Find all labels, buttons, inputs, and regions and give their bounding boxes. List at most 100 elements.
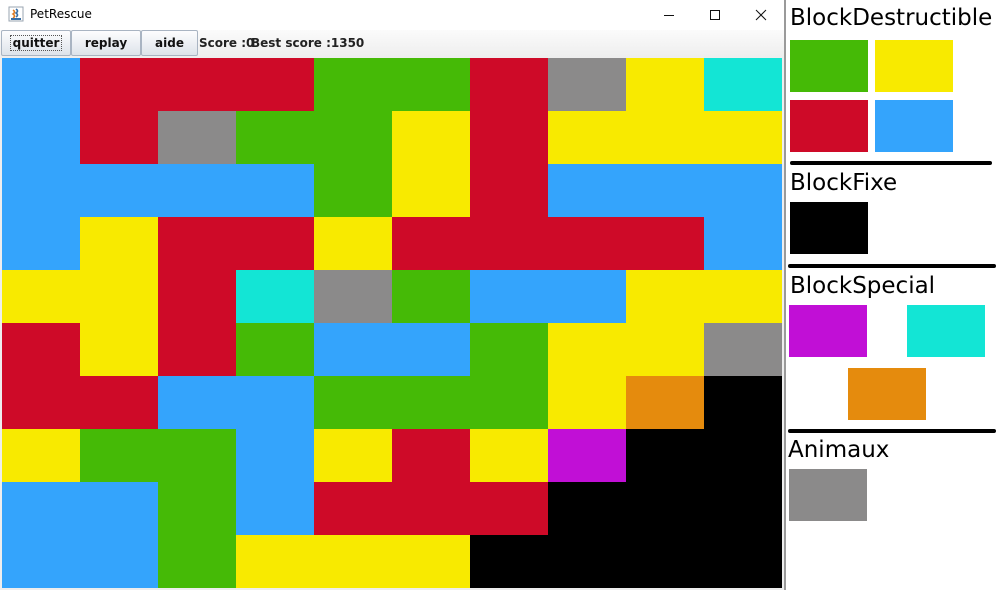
- block-cell-blue[interactable]: [704, 217, 782, 270]
- block-cell-blue[interactable]: [2, 217, 80, 270]
- block-cell-green[interactable]: [392, 376, 470, 429]
- block-cell-blue[interactable]: [2, 482, 80, 535]
- block-cell-blue[interactable]: [158, 164, 236, 217]
- block-cell-red[interactable]: [158, 58, 236, 111]
- block-cell-blue[interactable]: [2, 164, 80, 217]
- block-cell-red[interactable]: [392, 429, 470, 482]
- legend-heading-block-fixe: BlockFixe: [790, 170, 898, 196]
- legend-divider: [790, 161, 992, 165]
- block-cell-green[interactable]: [392, 270, 470, 323]
- block-cell-yellow[interactable]: [626, 111, 704, 164]
- block-cell-blue[interactable]: [314, 323, 392, 376]
- block-cell-red[interactable]: [470, 482, 548, 535]
- block-cell-green[interactable]: [236, 111, 314, 164]
- block-cell-green[interactable]: [470, 376, 548, 429]
- block-cell-blue[interactable]: [2, 58, 80, 111]
- replay-button[interactable]: replay: [71, 30, 141, 56]
- block-cell-red[interactable]: [80, 376, 158, 429]
- block-cell-blue[interactable]: [236, 429, 314, 482]
- block-cell-yellow[interactable]: [626, 323, 704, 376]
- block-cell-green[interactable]: [314, 111, 392, 164]
- block-cell-blue[interactable]: [470, 270, 548, 323]
- block-cell-blue[interactable]: [158, 376, 236, 429]
- block-cell-yellow[interactable]: [392, 111, 470, 164]
- block-cell-yellow[interactable]: [704, 111, 782, 164]
- block-cell-yellow[interactable]: [314, 429, 392, 482]
- block-cell-yellow[interactable]: [704, 270, 782, 323]
- block-cell-yellow[interactable]: [626, 270, 704, 323]
- block-cell-red[interactable]: [470, 217, 548, 270]
- block-cell-red[interactable]: [314, 482, 392, 535]
- block-cell-cyan[interactable]: [236, 270, 314, 323]
- block-cell-blue[interactable]: [704, 164, 782, 217]
- block-cell-red[interactable]: [236, 217, 314, 270]
- swatch-special-cyan: [907, 305, 985, 357]
- animal-cell-grey[interactable]: [314, 270, 392, 323]
- block-cell-cyan[interactable]: [704, 58, 782, 111]
- block-cell-yellow[interactable]: [80, 323, 158, 376]
- block-cell-blue[interactable]: [80, 535, 158, 588]
- block-cell-green[interactable]: [236, 323, 314, 376]
- block-cell-blue[interactable]: [80, 164, 158, 217]
- help-button[interactable]: aide: [141, 30, 198, 56]
- block-cell-green[interactable]: [392, 58, 470, 111]
- block-cell-yellow[interactable]: [2, 270, 80, 323]
- block-cell-yellow[interactable]: [548, 376, 626, 429]
- block-cell-green[interactable]: [158, 535, 236, 588]
- animal-cell-grey[interactable]: [158, 111, 236, 164]
- quit-button[interactable]: quitter: [1, 30, 71, 56]
- block-cell-yellow[interactable]: [392, 535, 470, 588]
- block-cell-green[interactable]: [158, 482, 236, 535]
- block-cell-blue[interactable]: [548, 164, 626, 217]
- block-cell-blue[interactable]: [2, 111, 80, 164]
- maximize-button[interactable]: [692, 0, 738, 30]
- block-cell-blue[interactable]: [80, 482, 158, 535]
- block-cell-blue[interactable]: [2, 535, 80, 588]
- block-cell-red[interactable]: [392, 482, 470, 535]
- block-cell-blue[interactable]: [548, 270, 626, 323]
- block-cell-red[interactable]: [470, 58, 548, 111]
- block-cell-yellow[interactable]: [314, 217, 392, 270]
- block-cell-red[interactable]: [158, 270, 236, 323]
- block-cell-red[interactable]: [158, 217, 236, 270]
- block-cell-red[interactable]: [392, 217, 470, 270]
- block-cell-yellow[interactable]: [80, 270, 158, 323]
- block-cell-yellow[interactable]: [548, 111, 626, 164]
- block-cell-green[interactable]: [470, 323, 548, 376]
- block-cell-red[interactable]: [470, 111, 548, 164]
- fixed-block-cell-black: [704, 482, 782, 535]
- animal-cell-grey[interactable]: [704, 323, 782, 376]
- animal-cell-grey[interactable]: [548, 58, 626, 111]
- block-cell-blue[interactable]: [236, 376, 314, 429]
- block-cell-yellow[interactable]: [80, 217, 158, 270]
- block-cell-blue[interactable]: [236, 164, 314, 217]
- block-cell-yellow[interactable]: [2, 429, 80, 482]
- block-cell-red[interactable]: [2, 323, 80, 376]
- block-cell-red[interactable]: [470, 164, 548, 217]
- block-cell-red[interactable]: [236, 58, 314, 111]
- block-cell-yellow[interactable]: [626, 58, 704, 111]
- block-cell-orange[interactable]: [626, 376, 704, 429]
- block-cell-blue[interactable]: [392, 323, 470, 376]
- block-cell-yellow[interactable]: [548, 323, 626, 376]
- block-cell-green[interactable]: [314, 376, 392, 429]
- block-cell-green[interactable]: [314, 164, 392, 217]
- block-cell-yellow[interactable]: [236, 535, 314, 588]
- block-cell-red[interactable]: [626, 217, 704, 270]
- block-cell-red[interactable]: [158, 323, 236, 376]
- block-cell-green[interactable]: [80, 429, 158, 482]
- block-cell-red[interactable]: [80, 58, 158, 111]
- block-cell-blue[interactable]: [236, 482, 314, 535]
- block-cell-yellow[interactable]: [392, 164, 470, 217]
- block-cell-red[interactable]: [80, 111, 158, 164]
- block-cell-green[interactable]: [158, 429, 236, 482]
- block-cell-yellow[interactable]: [314, 535, 392, 588]
- block-cell-blue[interactable]: [626, 164, 704, 217]
- minimize-button[interactable]: [646, 0, 692, 30]
- block-cell-green[interactable]: [314, 58, 392, 111]
- block-cell-magenta[interactable]: [548, 429, 626, 482]
- block-cell-red[interactable]: [2, 376, 80, 429]
- close-button[interactable]: [738, 0, 784, 30]
- block-cell-red[interactable]: [548, 217, 626, 270]
- block-cell-yellow[interactable]: [470, 429, 548, 482]
